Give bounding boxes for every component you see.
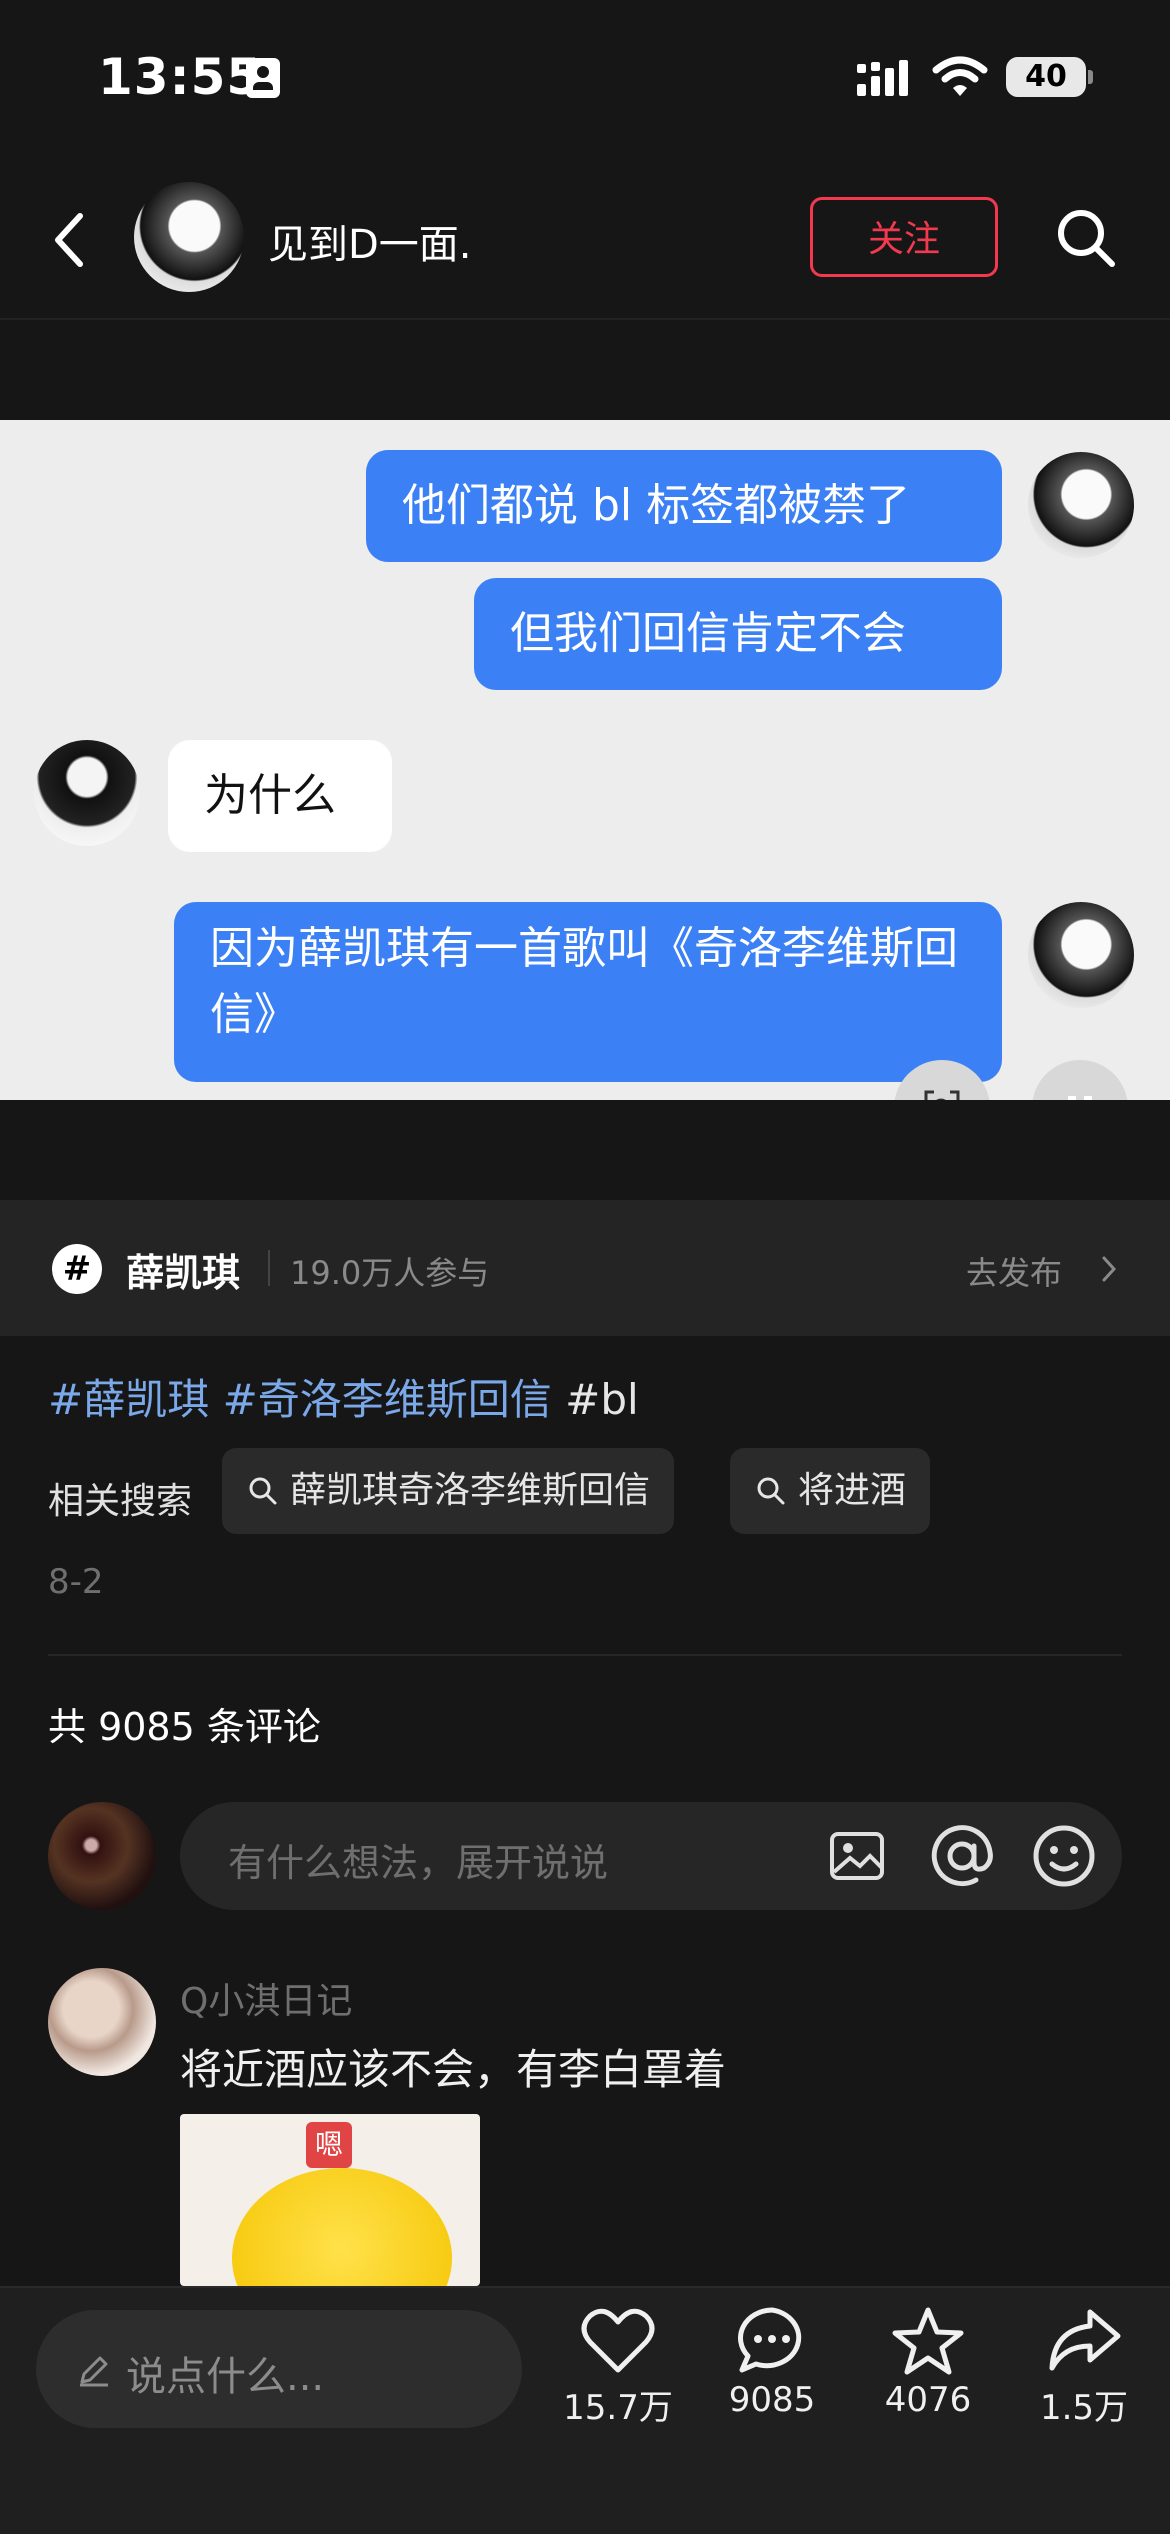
- author-name[interactable]: 见到D一面.: [268, 212, 472, 270]
- post-image-chat-screenshot[interactable]: 他们都说 bl 标签都被禁了 但我们回信肯定不会 为什么 因为薛凯琪有一首歌叫《…: [0, 420, 1170, 1100]
- section-divider: [48, 1654, 1122, 1656]
- comment-count-bottom: 9085: [728, 2380, 816, 2420]
- say-something-placeholder[interactable]: 说点什么...: [126, 2344, 324, 2402]
- tag-text: #bl: [565, 1375, 639, 1424]
- follow-button[interactable]: 关注: [810, 197, 998, 277]
- hashtag-icon: #: [52, 1244, 102, 1294]
- heart-icon: [581, 2308, 655, 2373]
- chat-avatar-right-2: [1028, 902, 1134, 1008]
- commenter-name[interactable]: Q小淇日记: [180, 1972, 352, 2024]
- battery-indicator: 40: [1006, 57, 1086, 97]
- tag-link[interactable]: #奇洛李维斯回信: [223, 1375, 552, 1424]
- battery-tip: [1088, 70, 1093, 84]
- related-search-chip[interactable]: 薛凯琪奇洛李维斯回信: [222, 1448, 675, 1534]
- chip-label: 薛凯琪奇洛李维斯回信: [290, 1470, 651, 1511]
- header-divider: [0, 318, 1170, 320]
- comment-bubble-icon: [738, 2307, 802, 2373]
- mention-icon[interactable]: [928, 1822, 996, 1890]
- star-icon: [892, 2307, 964, 2375]
- scan-icon: [924, 1090, 960, 1100]
- chat-bubble-3: 为什么: [168, 740, 392, 852]
- search-icon: [757, 1477, 785, 1505]
- topic-participants: 19.0万人参与: [290, 1254, 490, 1292]
- post-date: 8-2: [48, 1562, 104, 1602]
- back-icon[interactable]: [50, 210, 90, 270]
- post-tags: #薛凯琪 #奇洛李维斯回信 #bl: [48, 1366, 639, 1427]
- commenter-avatar[interactable]: [48, 1968, 156, 2076]
- chat-bubble-1: 他们都说 bl 标签都被禁了: [366, 450, 1002, 562]
- like-count: 15.7万: [563, 2388, 673, 2428]
- search-icon: [249, 1477, 277, 1505]
- topic-separator: [268, 1250, 270, 1286]
- status-time: 13:55: [98, 48, 263, 106]
- chat-avatar-left: [34, 740, 140, 846]
- id-badge-icon: [246, 58, 280, 98]
- image-icon[interactable]: [828, 1826, 888, 1886]
- comment-count: 共 9085 条评论: [48, 1705, 321, 1749]
- topic-name[interactable]: 薛凯琪: [126, 1242, 240, 1297]
- wifi-icon: [932, 56, 988, 96]
- pause-button[interactable]: [1032, 1060, 1128, 1100]
- related-search-chip[interactable]: 将进酒: [730, 1448, 931, 1534]
- topic-publish-link[interactable]: 去发布: [966, 1248, 1062, 1294]
- comment-input-placeholder[interactable]: 有什么想法，展开说说: [228, 1832, 608, 1887]
- tag-link[interactable]: #薛凯琪: [48, 1375, 209, 1424]
- comment-image-badge: 嗯: [306, 2122, 352, 2168]
- comment-text: 将近酒应该不会，有李白罩着: [180, 2045, 727, 2094]
- like-button[interactable]: 15.7万: [548, 2306, 688, 2429]
- favorite-button[interactable]: 4076: [858, 2306, 998, 2420]
- chip-label: 将进酒: [798, 1470, 907, 1511]
- share-button[interactable]: 1.5万: [1014, 2306, 1154, 2429]
- chat-bubble-2: 但我们回信肯定不会: [474, 578, 1002, 690]
- scan-image-button[interactable]: [894, 1060, 990, 1100]
- favorite-count: 4076: [884, 2380, 972, 2420]
- pause-icon: [1068, 1096, 1092, 1100]
- comment-button[interactable]: 9085: [702, 2306, 842, 2420]
- my-avatar: [48, 1802, 156, 1910]
- emoji-icon[interactable]: [1030, 1822, 1098, 1890]
- share-arrow-icon: [1049, 2309, 1121, 2371]
- pencil-icon: [80, 2356, 108, 2387]
- chat-avatar-right: [1028, 452, 1134, 558]
- search-icon[interactable]: [1054, 206, 1118, 270]
- share-count: 1.5万: [1039, 2388, 1129, 2428]
- author-avatar[interactable]: [134, 182, 244, 292]
- cellular-signal-icon: [857, 60, 908, 96]
- related-search-label: 相关搜索: [48, 1481, 193, 1522]
- chevron-right-icon: [1102, 1256, 1117, 1282]
- chat-bubble-4: 因为薛凯琪有一首歌叫《奇洛李维斯回信》: [174, 902, 1002, 1082]
